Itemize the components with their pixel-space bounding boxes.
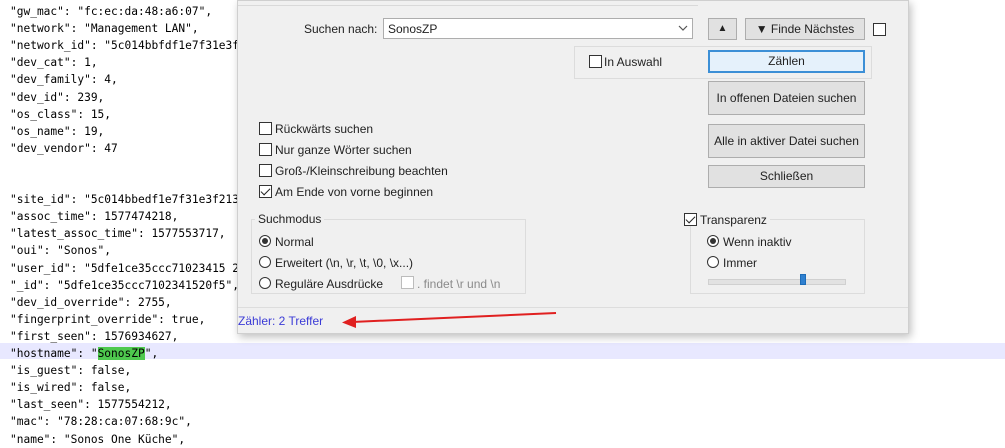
code-line: "os_name": 19, xyxy=(10,124,105,138)
chevron-down-icon[interactable] xyxy=(678,22,688,34)
code-line: "is_guest": false, xyxy=(10,364,132,378)
code-line: "network": "Management LAN", xyxy=(10,22,199,36)
code-line: "dev_id": 239, xyxy=(10,90,105,104)
code-line: "os_class": 15, xyxy=(10,107,112,121)
code-line: "dev_vendor": 47 xyxy=(10,141,118,155)
mode-extended-label: Erweitert (\n, \r, \t, \0, \x...) xyxy=(275,256,414,270)
search-label: Suchen nach: xyxy=(304,22,378,36)
hostname-key: "hostname": " xyxy=(10,347,98,360)
search-input[interactable]: SonosZP xyxy=(383,18,693,39)
transparency-checkbox[interactable] xyxy=(684,213,697,226)
close-button[interactable]: Schließen xyxy=(708,165,865,188)
code-line: "user_id": "5dfe1ce35ccc71023415 20f5", xyxy=(10,261,273,275)
code-line: "latest_assoc_time": 1577553717, xyxy=(10,227,226,241)
code-line: "name": "Sonos One Küche", xyxy=(10,432,186,446)
find-previous-button[interactable]: ▲ xyxy=(708,18,737,40)
code-line: "oui": "Sonos", xyxy=(10,244,112,258)
whole-words-label: Nur ganze Wörter suchen xyxy=(275,143,412,157)
status-message: Zähler: 2 Treffer xyxy=(238,314,324,328)
mode-regex-label: Reguläre Ausdrücke xyxy=(275,277,384,291)
mode-normal-radio[interactable] xyxy=(259,235,271,247)
dot-newline-label: . findet \r und \n xyxy=(417,277,501,291)
transparency-inactive-radio[interactable] xyxy=(707,235,719,247)
count-button[interactable]: Zählen xyxy=(708,50,865,73)
code-line: "is_wired": false, xyxy=(10,381,132,395)
code-line: "dev_family": 4, xyxy=(10,73,118,87)
code-line: "_id": "5dfe1ce35ccc7102341520f5", xyxy=(10,278,240,292)
in-selection-checkbox[interactable] xyxy=(589,55,602,68)
find-next-button[interactable]: ▼ Finde Nächstes xyxy=(745,18,865,40)
find-dialog: Suchen nach: SonosZP ▲ ▼ Finde Nächstes … xyxy=(237,0,909,334)
search-open-files-button[interactable]: In offenen Dateien suchen xyxy=(708,81,865,115)
code-line: "assoc_time": 1577474218, xyxy=(10,210,179,224)
match-case-label: Groß-/Kleinschreibung beachten xyxy=(275,164,448,178)
transparency-always-label: Immer xyxy=(723,256,757,270)
wrap-around-checkbox[interactable] xyxy=(259,185,272,198)
whole-words-checkbox[interactable] xyxy=(259,143,272,156)
find-next-label: ▼ Finde Nächstes xyxy=(755,22,855,36)
search-open-files-label: In offenen Dateien suchen xyxy=(716,91,857,105)
search-active-file-button[interactable]: Alle in aktiver Datei suchen xyxy=(708,124,865,158)
code-line: "mac": "78:28:ca:07:68:9c", xyxy=(10,415,192,429)
count-button-label: Zählen xyxy=(768,54,805,68)
up-arrow-icon: ▲ xyxy=(717,23,728,34)
match-case-checkbox[interactable] xyxy=(259,164,272,177)
mode-extended-radio[interactable] xyxy=(259,256,271,268)
transparency-title: Transparenz xyxy=(697,213,770,227)
find-next-checkbox[interactable] xyxy=(873,23,886,36)
code-line-hostname: "hostname": "SonosZP", xyxy=(10,345,158,362)
transparency-slider-thumb[interactable] xyxy=(800,274,807,285)
hostname-suffix: ", xyxy=(144,347,159,360)
in-selection-label: In Auswahl xyxy=(604,55,663,69)
close-button-label: Schließen xyxy=(759,169,814,183)
code-line: "fingerprint_override": true, xyxy=(10,312,206,326)
mode-regex-radio[interactable] xyxy=(259,277,271,289)
search-mode-title: Suchmodus xyxy=(255,212,325,226)
status-divider xyxy=(238,307,908,308)
backwards-label: Rückwärts suchen xyxy=(275,122,374,136)
transparency-slider-track[interactable] xyxy=(708,279,846,285)
dialog-tab-strip xyxy=(238,1,698,6)
dot-newline-checkbox[interactable] xyxy=(401,276,414,289)
code-line: "gw_mac": "fc:ec:da:48:a6:07", xyxy=(10,5,213,18)
transparency-inactive-label: Wenn inaktiv xyxy=(723,235,792,249)
code-line: "site_id": "5c014bbedf1e7f31e3f2134b", xyxy=(10,193,266,207)
code-line: "dev_id_override": 2755, xyxy=(10,295,172,309)
code-line: "last_seen": 1577554212, xyxy=(10,398,172,412)
backwards-checkbox[interactable] xyxy=(259,122,272,135)
search-match-highlight: SonosZP xyxy=(97,347,145,360)
mode-normal-label: Normal xyxy=(275,235,314,249)
transparency-always-radio[interactable] xyxy=(707,256,719,268)
search-input-value: SonosZP xyxy=(388,22,438,36)
code-line: "dev_cat": 1, xyxy=(10,56,98,70)
wrap-around-label: Am Ende von vorne beginnen xyxy=(275,185,434,199)
code-line: "first_seen": 1576934627, xyxy=(10,329,179,343)
search-active-file-label: Alle in aktiver Datei suchen xyxy=(714,134,859,148)
